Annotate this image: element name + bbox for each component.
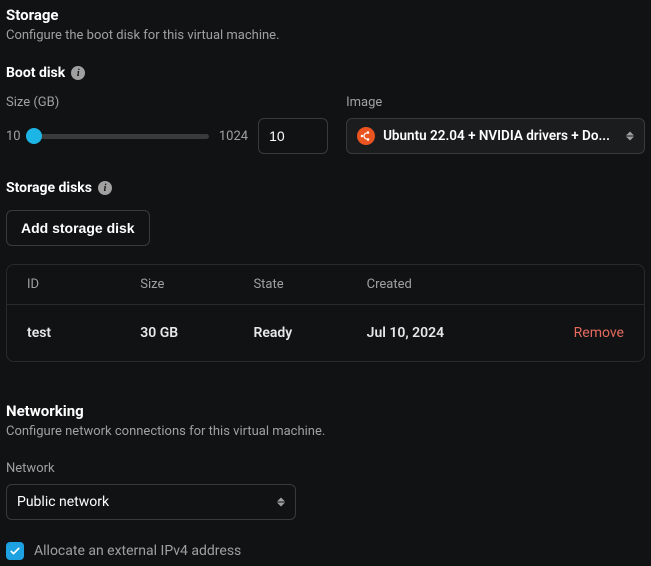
add-storage-disk-button[interactable]: Add storage disk	[6, 210, 150, 246]
chevron-updown-icon	[277, 498, 285, 507]
col-size: Size	[140, 277, 253, 292]
image-label: Image	[346, 95, 645, 110]
storage-disks-label: Storage disks	[6, 180, 92, 196]
storage-desc: Configure the boot disk for this virtual…	[6, 28, 645, 43]
size-min: 10	[6, 129, 21, 144]
allocate-ipv4-label: Allocate an external IPv4 address	[34, 543, 241, 559]
network-select[interactable]: Public network	[6, 484, 296, 520]
storage-disks-table: ID Size State Created test 30 GB Ready J…	[6, 264, 645, 362]
size-max: 1024	[219, 129, 248, 144]
col-id: ID	[27, 277, 140, 292]
image-select[interactable]: Ubuntu 22.04 + NVIDIA drivers + Do...	[346, 118, 645, 154]
table-header: ID Size State Created	[7, 265, 644, 305]
size-input[interactable]	[258, 118, 328, 154]
storage-title: Storage	[6, 6, 645, 24]
boot-disk-title: Boot disk i	[6, 65, 645, 81]
ubuntu-icon	[357, 127, 375, 145]
boot-disk-label: Boot disk	[6, 65, 65, 81]
check-icon	[9, 545, 21, 557]
col-created: Created	[367, 277, 521, 292]
cell-id: test	[27, 325, 140, 341]
networking-desc: Configure network connections for this v…	[6, 424, 645, 439]
chevron-updown-icon	[626, 132, 634, 141]
info-icon[interactable]: i	[98, 181, 112, 195]
info-icon[interactable]: i	[71, 66, 85, 80]
storage-disks-title: Storage disks i	[6, 180, 645, 196]
table-row: test 30 GB Ready Jul 10, 2024 Remove	[7, 305, 644, 361]
cell-created: Jul 10, 2024	[367, 325, 521, 341]
cell-size: 30 GB	[140, 325, 253, 341]
remove-link[interactable]: Remove	[521, 325, 624, 341]
size-label: Size (GB)	[6, 95, 328, 110]
image-value: Ubuntu 22.04 + NVIDIA drivers + Do...	[383, 128, 610, 144]
slider-thumb[interactable]	[26, 128, 42, 144]
col-state: State	[253, 277, 366, 292]
network-label: Network	[6, 461, 645, 476]
size-slider[interactable]	[31, 127, 209, 145]
networking-title: Networking	[6, 402, 645, 420]
cell-state: Ready	[253, 325, 366, 341]
network-value: Public network	[17, 494, 109, 510]
